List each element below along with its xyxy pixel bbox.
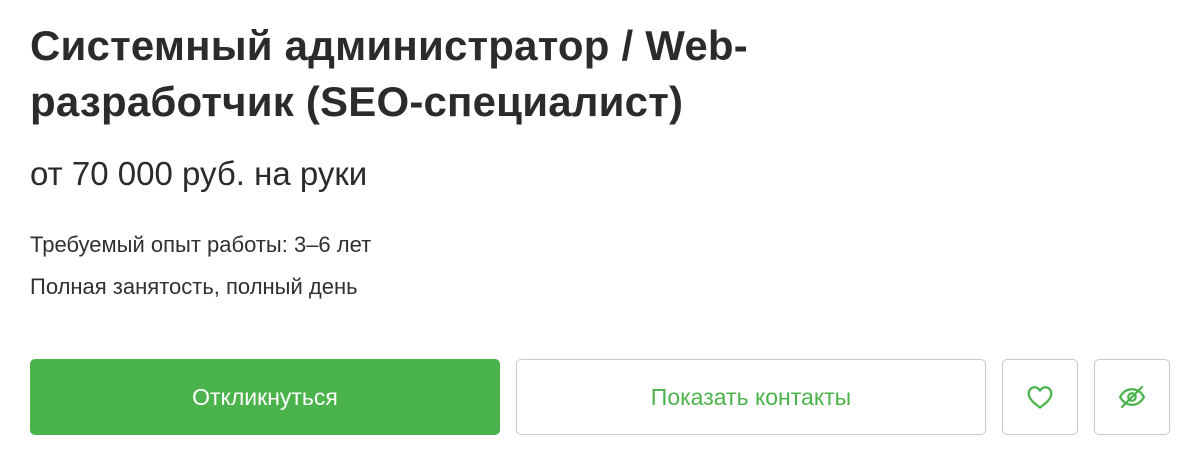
vacancy-details: Требуемый опыт работы: 3–6 лет Полная за… xyxy=(30,224,1180,308)
vacancy-actions: Откликнуться Показать контакты xyxy=(30,359,1172,437)
vacancy-title: Системный администратор / Web-разработчи… xyxy=(30,22,748,125)
employment-type: Полная занятость, полный день xyxy=(30,274,358,299)
vacancy-header: Системный администратор / Web-разработчи… xyxy=(30,18,1180,308)
respond-button[interactable]: Откликнуться xyxy=(30,359,500,435)
favorite-button[interactable] xyxy=(1002,359,1078,435)
show-contacts-button[interactable]: Показать контакты xyxy=(516,359,986,435)
vacancy-salary: от 70 000 руб. на руки xyxy=(30,155,368,192)
eye-off-icon xyxy=(1119,385,1145,409)
heart-icon xyxy=(1027,386,1053,409)
hide-vacancy-button[interactable] xyxy=(1094,359,1170,435)
experience-requirement: Требуемый опыт работы: 3–6 лет xyxy=(30,232,372,257)
